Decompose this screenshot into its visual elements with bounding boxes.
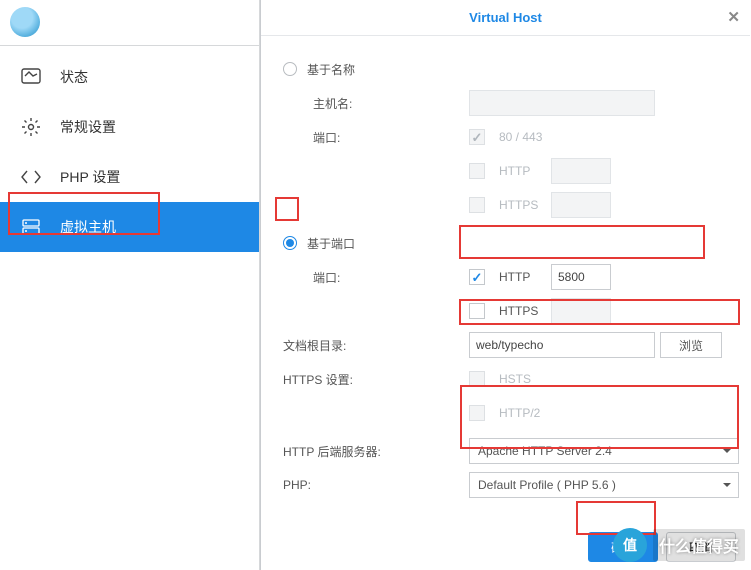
port-label: 端口: [283,129,469,146]
default-ports-text: 80 / 443 [499,130,542,144]
https-port-disabled [551,192,611,218]
backend-label: HTTP 后端服务器: [283,443,469,460]
virtual-host-dialog: Virtual Host ✕ 基于名称 主机名: 端口: 80 / 443 [260,0,750,570]
watermark-badge: 值 [613,528,647,562]
hostname-input [469,90,655,116]
port-label-2: 端口: [283,269,469,286]
https-settings-label: HTTPS 设置: [283,371,469,388]
doc-root-input[interactable] [469,332,655,358]
radio-port-based[interactable]: 基于端口 [283,235,469,252]
radio-name-based[interactable]: 基于名称 [283,61,469,78]
http2-checkbox [469,405,485,421]
default-ports-checkbox [469,129,485,145]
http-port-input[interactable] [551,264,611,290]
https-checkbox-disabled [469,197,485,213]
https-checkbox[interactable] [469,303,485,319]
gear-icon [20,116,42,138]
sidebar-item-php[interactable]: PHP 设置 [0,152,259,202]
sidebar-item-label: 状态 [60,67,88,87]
http-port-disabled [551,158,611,184]
sidebar-item-label: PHP 设置 [60,167,120,187]
http-checkbox[interactable] [469,269,485,285]
php-select[interactable]: Default Profile ( PHP 5.6 ) [469,472,739,498]
close-icon[interactable]: ✕ [727,0,740,36]
sidebar: 状态 常规设置 PHP 设置 虚拟主机 [0,0,260,570]
hostname-label: 主机名: [283,95,469,112]
code-icon [20,166,42,188]
watermark-text: 什么值得买 [653,529,745,561]
app-logo [0,0,259,46]
content-area: Virtual Host ✕ 基于名称 主机名: 端口: 80 / 443 [260,0,751,570]
sidebar-item-vhost[interactable]: 虚拟主机 [0,202,259,252]
doc-root-label: 文档根目录: [283,337,469,354]
sidebar-item-general[interactable]: 常规设置 [0,102,259,152]
https-port-input [551,298,611,324]
globe-icon [10,7,40,37]
sidebar-item-label: 虚拟主机 [60,217,116,237]
nav-list: 状态 常规设置 PHP 设置 虚拟主机 [0,46,259,252]
http-checkbox-disabled [469,163,485,179]
status-icon [20,66,42,88]
sidebar-item-label: 常规设置 [60,117,116,137]
dialog-title: Virtual Host ✕ [261,0,750,36]
php-label: PHP: [283,478,469,492]
browse-button[interactable]: 浏览 [660,332,722,358]
sidebar-item-status[interactable]: 状态 [0,52,259,102]
watermark: 值 什么值得买 [613,528,745,562]
server-icon [20,216,42,238]
backend-select[interactable]: Apache HTTP Server 2.4 [469,438,739,464]
hsts-checkbox [469,371,485,387]
